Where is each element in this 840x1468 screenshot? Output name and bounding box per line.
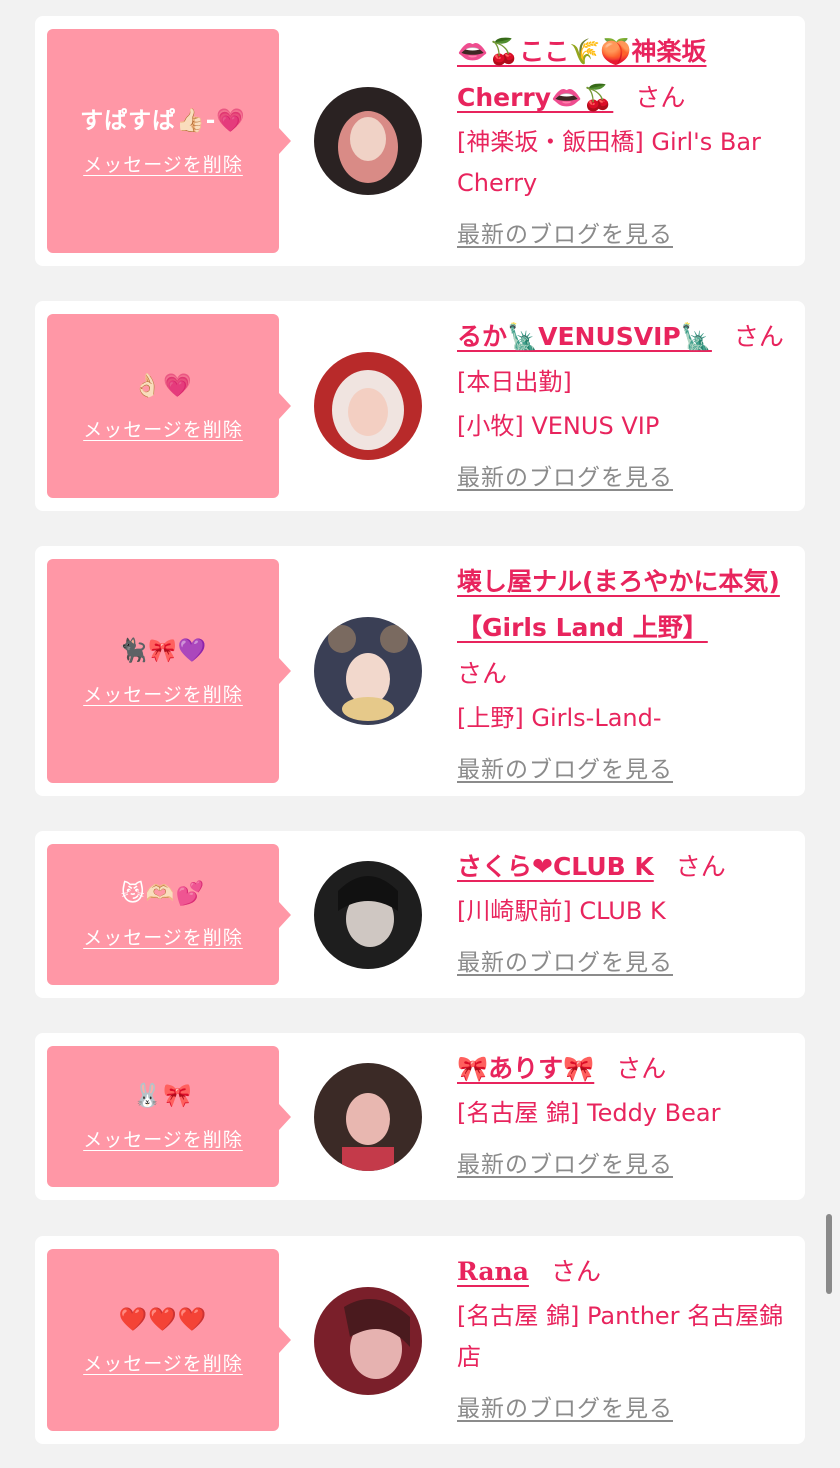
profile-info: るか🗽VENUSVIP🗽 さん [本日出勤] [小牧] VENUS VIP 最新のブ… — [457, 315, 797, 501]
message-bubble: すぱすぱ👍🏻-💗 メッセージを削除 — [47, 29, 291, 253]
message-bubble: ❤️❤️❤️ メッセージを削除 — [47, 1249, 291, 1431]
shop-info: [神楽坂・飯田橋] Girl's Bar Cherry — [457, 128, 761, 197]
attendance-status: [本日出勤] — [457, 368, 572, 396]
favorite-card: ❤️❤️❤️ メッセージを削除 Rana さん [名古屋 錦] Panther 名… — [35, 1236, 805, 1444]
message-bubble: 🐈‍⬛🎀💜 メッセージを削除 — [47, 559, 291, 783]
delete-message-link[interactable]: メッセージを削除 — [83, 150, 243, 177]
honorific: さん — [550, 1257, 601, 1286]
latest-blog-link[interactable]: 最新のブログを見る — [457, 214, 673, 257]
shop-info: [小牧] VENUS VIP — [457, 412, 660, 440]
message-text: 🐰🎀 — [133, 1083, 193, 1109]
avatar[interactable] — [314, 1063, 422, 1171]
avatar[interactable] — [314, 1287, 422, 1395]
honorific: さん — [457, 659, 508, 688]
avatar[interactable] — [314, 861, 422, 969]
message-bubble: 🐰🎀 メッセージを削除 — [47, 1046, 291, 1187]
profile-info: 👄🍒ここ🌾🍑神楽坂Cherry👄🍒 さん [神楽坂・飯田橋] Girl's Bar… — [457, 30, 797, 258]
message-text: 🐈‍⬛🎀💜 — [118, 637, 208, 664]
honorific: さん — [635, 83, 686, 112]
delete-message-link[interactable]: メッセージを削除 — [83, 1349, 243, 1376]
message-text: 👌🏻💗 — [133, 372, 193, 399]
latest-blog-link[interactable]: 最新のブログを見る — [457, 1144, 673, 1187]
message-bubble: 👌🏻💗 メッセージを削除 — [47, 314, 291, 498]
profile-name-link[interactable]: さくら❤CLUB K — [457, 852, 654, 881]
message-text: 😼🫶🏻💕 — [120, 881, 206, 907]
latest-blog-link[interactable]: 最新のブログを見る — [457, 1388, 673, 1431]
avatar[interactable] — [314, 352, 422, 460]
favorite-list: すぱすぱ👍🏻-💗 メッセージを削除 👄🍒ここ🌾🍑神楽坂Cherry👄🍒 さん [神… — [0, 0, 840, 1468]
favorite-card: すぱすぱ👍🏻-💗 メッセージを削除 👄🍒ここ🌾🍑神楽坂Cherry👄🍒 さん [神… — [35, 16, 805, 266]
message-bubble: 😼🫶🏻💕 メッセージを削除 — [47, 844, 291, 985]
avatar-photo — [314, 861, 422, 969]
delete-message-link[interactable]: メッセージを削除 — [83, 1125, 243, 1152]
profile-info: 壊し屋ナル(まろやかに本気)【Girls Land 上野】さん [上野] Gir… — [457, 560, 797, 793]
latest-blog-link[interactable]: 最新のブログを見る — [457, 749, 673, 792]
message-text: すぱすぱ👍🏻-💗 — [80, 107, 246, 134]
profile-name-link[interactable]: 🎀ありす🎀 — [457, 1054, 594, 1083]
profile-info: Rana さん [名古屋 錦] Panther 名古屋錦店 最新のブログを見る — [457, 1250, 797, 1432]
favorite-card: 🐈‍⬛🎀💜 メッセージを削除 壊し屋ナル(まろやかに本気)【Girls Land… — [35, 546, 805, 796]
avatar-photo — [314, 617, 422, 725]
favorite-card: 🐰🎀 メッセージを削除 🎀ありす🎀 さん [名古屋 錦] Teddy Bear 最… — [35, 1033, 805, 1200]
profile-name-link[interactable]: Rana — [457, 1257, 529, 1286]
profile-info: さくら❤CLUB K さん [川崎駅前] CLUB K 最新のブログを見る — [457, 845, 797, 986]
shop-info: [名古屋 錦] Panther 名古屋錦店 — [457, 1302, 784, 1371]
delete-message-link[interactable]: メッセージを削除 — [83, 415, 243, 442]
avatar[interactable] — [314, 617, 422, 725]
latest-blog-link[interactable]: 最新のブログを見る — [457, 942, 673, 985]
avatar-photo — [314, 1287, 422, 1395]
shop-info: [上野] Girls-Land- — [457, 704, 662, 732]
honorific: さん — [616, 1054, 667, 1083]
latest-blog-link[interactable]: 最新のブログを見る — [457, 457, 673, 500]
avatar-photo — [314, 352, 422, 460]
favorite-card: 😼🫶🏻💕 メッセージを削除 さくら❤CLUB K さん [川崎駅前] CLUB K… — [35, 831, 805, 998]
message-text: ❤️❤️❤️ — [118, 1306, 208, 1333]
avatar-photo — [314, 87, 422, 195]
honorific: さん — [675, 852, 726, 881]
honorific: さん — [733, 322, 784, 351]
profile-info: 🎀ありす🎀 さん [名古屋 錦] Teddy Bear 最新のブログを見る — [457, 1047, 797, 1188]
profile-name-link[interactable]: るか🗽VENUSVIP🗽 — [457, 322, 712, 351]
shop-info: [名古屋 錦] Teddy Bear — [457, 1099, 721, 1127]
avatar[interactable] — [314, 87, 422, 195]
profile-name-link[interactable]: 壊し屋ナル(まろやかに本気)【Girls Land 上野】 — [457, 567, 780, 642]
shop-info: [川崎駅前] CLUB K — [457, 897, 666, 925]
delete-message-link[interactable]: メッセージを削除 — [83, 923, 243, 950]
scrollbar-thumb[interactable] — [826, 1214, 832, 1294]
avatar-photo — [314, 1063, 422, 1171]
favorite-card: 👌🏻💗 メッセージを削除 るか🗽VENUSVIP🗽 さん [本日出勤] [小牧] V… — [35, 301, 805, 511]
delete-message-link[interactable]: メッセージを削除 — [83, 680, 243, 707]
